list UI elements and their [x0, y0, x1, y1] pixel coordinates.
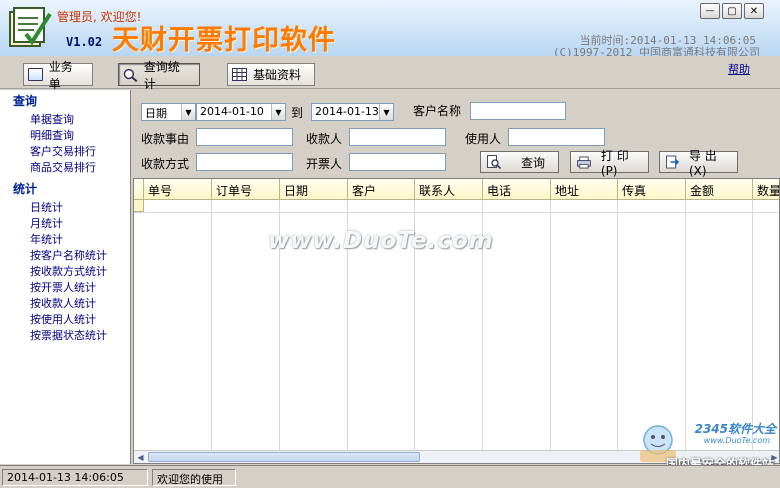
status-time: 2014-01-13 14:06:05: [2, 469, 148, 486]
sidebar-item-bill-query[interactable]: 单据查询: [30, 111, 74, 127]
brand-name: 2345软件大全: [694, 422, 776, 436]
copyright-text: (C)1997-2012 中国商富通科技有限公司: [552, 46, 760, 56]
business-order-button[interactable]: 业务单: [23, 60, 93, 91]
sidebar-item-by-payment-method[interactable]: 按收款方式统计: [30, 263, 107, 279]
payee-input[interactable]: [349, 128, 446, 146]
close-icon: ✕: [749, 5, 759, 17]
maximize-button[interactable]: ▢: [722, 3, 742, 19]
close-button[interactable]: ✕: [744, 3, 764, 19]
row-selector[interactable]: [134, 200, 144, 212]
col-header-quantity[interactable]: 数量: [753, 179, 779, 200]
col-header-phone[interactable]: 电话: [483, 179, 551, 200]
sidebar-item-yearly-stats[interactable]: 年统计: [30, 231, 63, 247]
sidebar-item-by-bill-status[interactable]: 按票据状态统计: [30, 327, 107, 343]
col-header-customer[interactable]: 客户: [348, 179, 415, 200]
col-header-sub-order-no[interactable]: 订单号: [212, 179, 280, 200]
search-icon: [123, 68, 138, 82]
basic-data-button[interactable]: 基础资料: [227, 63, 315, 86]
sidebar: 查询 单据查询 明细查询 客户交易排行 商品交易排行 统计 日统计 月统计 年统…: [0, 90, 131, 464]
sidebar-item-product-rank[interactable]: 商品交易排行: [30, 159, 96, 175]
app-title: 天财开票打印软件: [112, 25, 336, 56]
sidebar-item-daily-stats[interactable]: 日统计: [30, 199, 63, 215]
sidebar-item-by-payee[interactable]: 按收款人统计: [30, 295, 96, 311]
col-header-order-no[interactable]: 单号: [144, 179, 212, 200]
issuer-label: 开票人: [306, 157, 343, 171]
reason-input[interactable]: [196, 128, 293, 146]
grid-corner: [134, 179, 144, 200]
grid-row-line: [134, 212, 779, 213]
col-header-address[interactable]: 地址: [551, 179, 618, 200]
export-icon: [666, 155, 679, 169]
status-spacer: [240, 469, 640, 486]
query-stats-button[interactable]: 查询统计: [118, 60, 200, 91]
watermark-text: www.DuoTe.com: [268, 228, 494, 254]
sidebar-item-monthly-stats[interactable]: 月统计: [30, 215, 63, 231]
scroll-thumb[interactable]: [148, 452, 420, 462]
app-header: 管理员, 欢迎您! V1.02 天财开票打印软件 — ▢ ✕ 当前时间:2014…: [0, 0, 780, 56]
date-from-value: 2014-01-10: [200, 105, 264, 118]
sidebar-item-by-user[interactable]: 按使用人统计: [30, 311, 96, 327]
query-stats-label: 查询统计: [143, 59, 180, 91]
main-toolbar: 业务单 查询统计 基础资料 帮助: [0, 56, 780, 91]
print-button-label: 打 印(P): [600, 148, 629, 178]
sidebar-item-detail-query[interactable]: 明细查询: [30, 127, 74, 143]
maximize-icon: ▢: [727, 5, 737, 17]
main-panel: 日期 ▼ 2014-01-10 ▼ 到 2014-01-13 ▼ 客户名称 收款…: [132, 90, 780, 464]
business-order-label: 业务单: [48, 59, 73, 91]
export-button-label: 导 出(X): [688, 148, 717, 178]
export-button[interactable]: 导 出(X): [659, 149, 738, 178]
sidebar-head-stats: 统计: [13, 182, 38, 196]
payment-method-label: 收款方式: [141, 157, 190, 171]
date-to-picker[interactable]: 2014-01-13 ▼: [311, 103, 394, 121]
document-icon: [28, 68, 43, 81]
print-button[interactable]: 打 印(P): [570, 149, 649, 178]
minimize-button[interactable]: —: [700, 3, 720, 19]
status-message: 欢迎您的使用: [152, 469, 236, 486]
reason-label: 收款事由: [141, 132, 190, 146]
chevron-down-icon: ▼: [379, 104, 393, 120]
sidebar-item-by-issuer[interactable]: 按开票人统计: [30, 279, 96, 295]
date-from-picker[interactable]: 2014-01-10 ▼: [196, 103, 286, 121]
printer-icon: [577, 155, 591, 169]
help-link[interactable]: 帮助: [728, 61, 750, 77]
grid-col-line: [211, 200, 212, 452]
filter-panel: 日期 ▼ 2014-01-10 ▼ 到 2014-01-13 ▼ 客户名称 收款…: [132, 90, 780, 178]
scroll-left-icon[interactable]: ◀: [134, 451, 147, 463]
sidebar-item-by-customer[interactable]: 按客户名称统计: [30, 247, 107, 263]
app-logo-icon: [9, 7, 52, 47]
minimize-icon: —: [705, 6, 715, 16]
col-header-contact[interactable]: 联系人: [415, 179, 483, 200]
grid-col-line: [550, 200, 551, 452]
search-doc-icon: [487, 155, 501, 169]
brand-url: www.DuoTe.com: [703, 436, 770, 445]
chevron-down-icon: ▼: [271, 104, 285, 120]
basic-data-label: 基础资料: [253, 68, 302, 82]
issuer-input[interactable]: [349, 153, 446, 171]
grid-col-line: [617, 200, 618, 452]
chevron-down-icon: ▼: [181, 104, 195, 120]
query-button-label: 查询: [521, 155, 546, 170]
date-to-value: 2014-01-13: [315, 105, 379, 118]
date-type-select[interactable]: 日期 ▼: [141, 103, 196, 121]
date-type-value: 日期: [145, 107, 167, 120]
col-header-amount[interactable]: 金额: [686, 179, 753, 200]
version-label: V1.02: [66, 35, 103, 49]
payment-method-input[interactable]: [196, 153, 293, 171]
sidebar-head-query: 查询: [13, 94, 38, 108]
date-to-label: 到: [291, 106, 304, 120]
sidebar-item-customer-rank[interactable]: 客户交易排行: [30, 143, 96, 159]
grid-header: 单号 订单号 日期 客户 联系人 电话 地址 传真 金额 数量: [134, 179, 779, 200]
payee-label: 收款人: [306, 132, 343, 146]
col-header-fax[interactable]: 传真: [618, 179, 686, 200]
customer-name-input[interactable]: [470, 102, 566, 120]
col-header-date[interactable]: 日期: [280, 179, 348, 200]
status-bar: 2014-01-13 14:06:05 欢迎您的使用: [0, 465, 780, 488]
query-button[interactable]: 查询: [480, 151, 559, 173]
customer-name-label: 客户名称: [413, 104, 462, 118]
user-label: 使用人: [465, 132, 502, 146]
grid-icon: [232, 68, 247, 81]
user-input[interactable]: [508, 128, 605, 146]
